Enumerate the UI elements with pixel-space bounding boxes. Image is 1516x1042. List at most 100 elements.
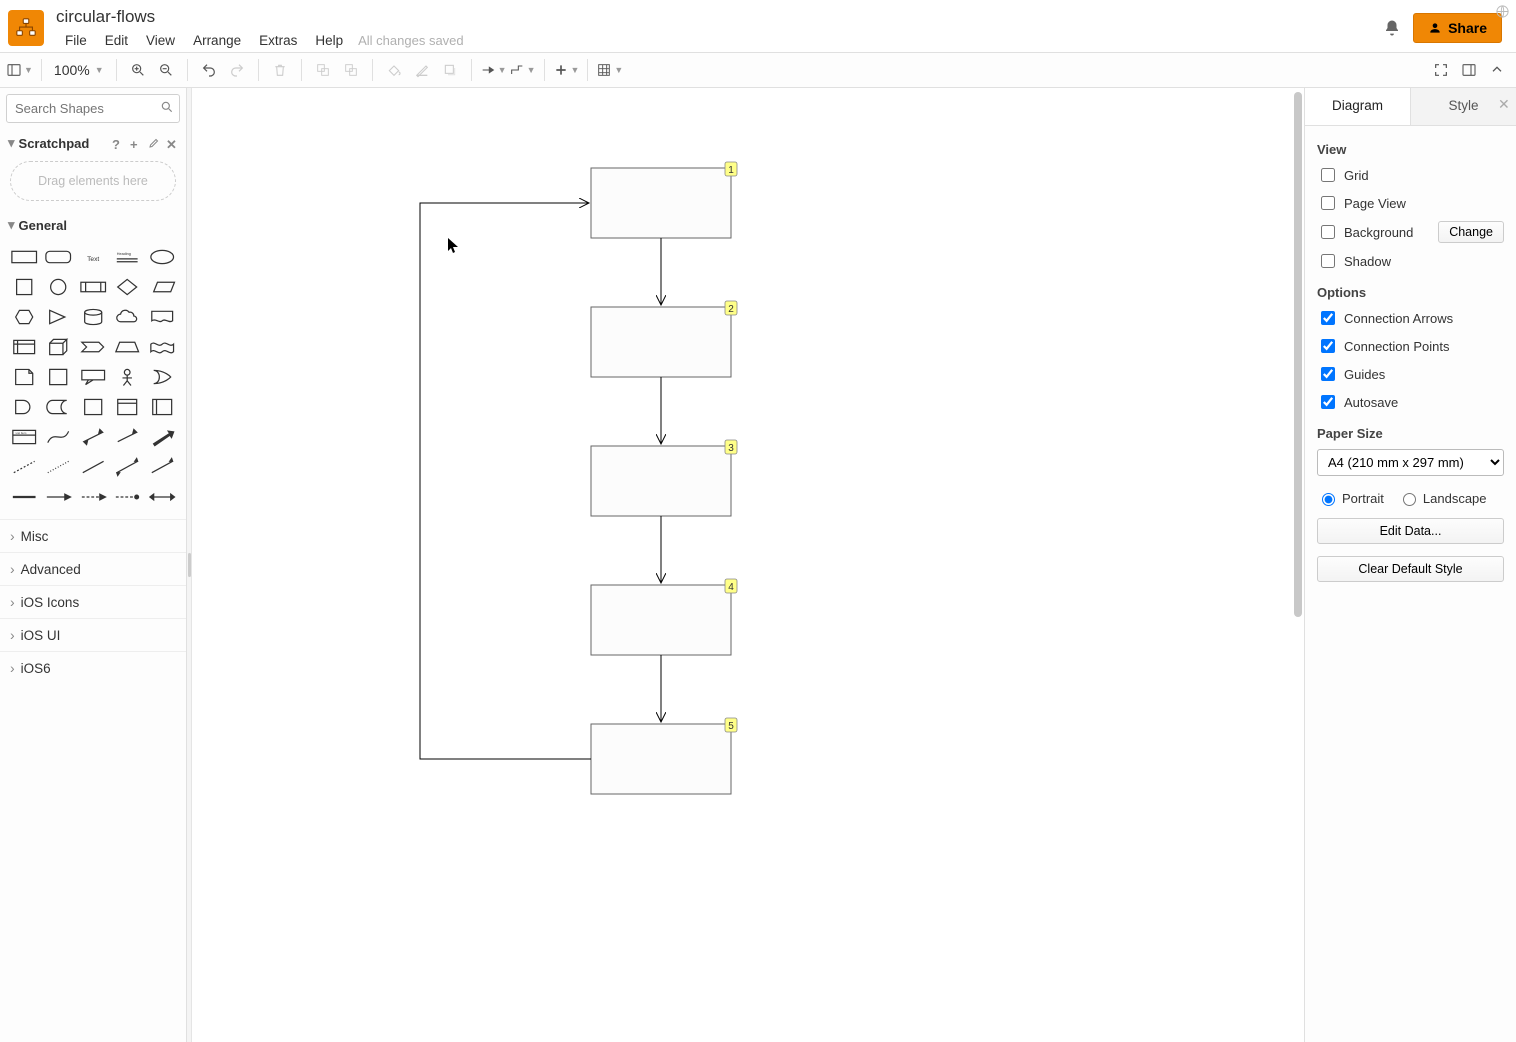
shape-internal-storage[interactable] bbox=[10, 335, 38, 359]
format-panel-toggle[interactable] bbox=[1456, 57, 1482, 83]
guides-row[interactable]: Guides bbox=[1317, 364, 1504, 384]
scratchpad-edit-icon[interactable] bbox=[148, 137, 160, 149]
shape-line-noheads[interactable] bbox=[79, 455, 107, 479]
collapse-toolbar-button[interactable] bbox=[1484, 57, 1510, 83]
edit-data-button[interactable]: Edit Data... bbox=[1317, 518, 1504, 544]
shape-and[interactable] bbox=[10, 395, 38, 419]
shape-triangle[interactable] bbox=[44, 305, 72, 329]
shape-ellipse[interactable] bbox=[148, 245, 176, 269]
shape-dashed-line[interactable] bbox=[10, 455, 38, 479]
zoom-in-button[interactable] bbox=[125, 57, 151, 83]
shape-frame-v[interactable] bbox=[148, 395, 176, 419]
shape-cylinder[interactable] bbox=[79, 305, 107, 329]
shape-link-solid[interactable] bbox=[10, 485, 38, 509]
grid-checkbox[interactable] bbox=[1321, 168, 1335, 182]
menu-help[interactable]: Help bbox=[306, 29, 352, 52]
grid-checkbox-row[interactable]: Grid bbox=[1317, 165, 1504, 185]
table-button[interactable]: ▼ bbox=[596, 57, 623, 83]
conn-arrows-row[interactable]: Connection Arrows bbox=[1317, 308, 1504, 328]
shape-document[interactable] bbox=[148, 305, 176, 329]
conn-points-row[interactable]: Connection Points bbox=[1317, 336, 1504, 356]
zoom-level[interactable]: 100%▼ bbox=[50, 62, 108, 78]
canvas-scrollbar-vertical[interactable] bbox=[1292, 88, 1304, 1042]
shape-diamond[interactable] bbox=[113, 275, 141, 299]
shape-or[interactable] bbox=[148, 365, 176, 389]
scratchpad-close-icon[interactable]: ✕ bbox=[166, 137, 178, 149]
scratchpad-add-icon[interactable]: + bbox=[130, 137, 142, 149]
palette-ios-icons[interactable]: iOS Icons bbox=[0, 585, 186, 618]
shape-container[interactable] bbox=[79, 395, 107, 419]
pageview-checkbox[interactable] bbox=[1321, 196, 1335, 210]
paper-size-select[interactable]: A4 (210 mm x 297 mm) bbox=[1317, 449, 1504, 476]
scratchpad-help-icon[interactable]: ? bbox=[112, 137, 124, 149]
shape-rounded-rect[interactable] bbox=[44, 245, 72, 269]
shape-bidir-thin[interactable] bbox=[113, 455, 141, 479]
palette-advanced[interactable]: Advanced bbox=[0, 552, 186, 585]
format-panel-close-icon[interactable]: ✕ bbox=[1498, 96, 1512, 110]
scratchpad-header[interactable]: ▾ Scratchpad ? + ✕ bbox=[0, 129, 186, 157]
shape-bidir-arrow[interactable] bbox=[79, 425, 107, 449]
zoom-out-button[interactable] bbox=[153, 57, 179, 83]
menu-extras[interactable]: Extras bbox=[250, 29, 306, 52]
palette-ios6[interactable]: iOS6 bbox=[0, 651, 186, 684]
flow-node[interactable] bbox=[591, 724, 731, 794]
shape-cube[interactable] bbox=[44, 335, 72, 359]
shape-note[interactable] bbox=[10, 365, 38, 389]
shape-cloud[interactable] bbox=[113, 305, 141, 329]
shape-list[interactable]: List Item bbox=[10, 425, 38, 449]
palette-ios-ui[interactable]: iOS UI bbox=[0, 618, 186, 651]
scratchpad-dropzone[interactable]: Drag elements here bbox=[10, 161, 176, 201]
menu-arrange[interactable]: Arrange bbox=[184, 29, 250, 52]
background-change-button[interactable]: Change bbox=[1438, 221, 1504, 243]
fullscreen-button[interactable] bbox=[1428, 57, 1454, 83]
shape-callout[interactable] bbox=[79, 365, 107, 389]
shape-dir-thin[interactable] bbox=[148, 455, 176, 479]
shape-link-dash2[interactable] bbox=[113, 485, 141, 509]
sidebar-toggle-button[interactable]: ▼ bbox=[6, 57, 33, 83]
globe-icon[interactable] bbox=[1495, 4, 1510, 19]
general-palette-header[interactable]: ▾ General bbox=[0, 211, 186, 239]
shape-curve[interactable] bbox=[44, 425, 72, 449]
shape-parallelogram[interactable] bbox=[148, 275, 176, 299]
to-back-button[interactable] bbox=[338, 57, 364, 83]
guides-checkbox[interactable] bbox=[1321, 367, 1335, 381]
menu-view[interactable]: View bbox=[137, 29, 184, 52]
autosave-checkbox[interactable] bbox=[1321, 395, 1335, 409]
shape-dotted-line[interactable] bbox=[44, 455, 72, 479]
canvas[interactable]: 12345 bbox=[192, 88, 1304, 1042]
shape-data-storage[interactable] bbox=[44, 395, 72, 419]
shape-link-thin[interactable] bbox=[44, 485, 72, 509]
menu-file[interactable]: File bbox=[56, 29, 96, 52]
shadow-button[interactable] bbox=[437, 57, 463, 83]
shape-circle[interactable] bbox=[44, 275, 72, 299]
redo-button[interactable] bbox=[224, 57, 250, 83]
search-icon[interactable] bbox=[160, 100, 174, 114]
shape-frame-h[interactable] bbox=[113, 395, 141, 419]
insert-button[interactable]: ▼ bbox=[553, 57, 580, 83]
to-front-button[interactable] bbox=[310, 57, 336, 83]
shape-trapezoid[interactable] bbox=[113, 335, 141, 359]
search-shapes-input[interactable] bbox=[6, 94, 180, 123]
notifications-icon[interactable] bbox=[1383, 19, 1401, 37]
shape-thick-arrow[interactable] bbox=[148, 425, 176, 449]
shape-hexagon[interactable] bbox=[10, 305, 38, 329]
shape-rect[interactable] bbox=[10, 245, 38, 269]
pageview-checkbox-row[interactable]: Page View bbox=[1317, 193, 1504, 213]
shape-process[interactable] bbox=[79, 275, 107, 299]
shadow-checkbox-row[interactable]: Shadow bbox=[1317, 251, 1504, 271]
shape-textbox[interactable]: Heading bbox=[113, 245, 141, 269]
app-logo[interactable] bbox=[8, 10, 44, 46]
background-checkbox[interactable] bbox=[1321, 225, 1335, 239]
connection-button[interactable]: ▼ bbox=[480, 57, 507, 83]
shape-text[interactable]: Text bbox=[79, 245, 107, 269]
tab-diagram[interactable]: Diagram bbox=[1305, 88, 1410, 125]
shape-actor[interactable] bbox=[113, 365, 141, 389]
fill-color-button[interactable] bbox=[381, 57, 407, 83]
landscape-radio-row[interactable]: Landscape bbox=[1398, 490, 1487, 506]
shape-link-dash[interactable] bbox=[79, 485, 107, 509]
menu-edit[interactable]: Edit bbox=[96, 29, 137, 52]
flow-node[interactable] bbox=[591, 446, 731, 516]
shape-link-double[interactable] bbox=[148, 485, 176, 509]
document-title[interactable]: circular-flows bbox=[56, 5, 1383, 29]
palette-misc[interactable]: Misc bbox=[0, 519, 186, 552]
